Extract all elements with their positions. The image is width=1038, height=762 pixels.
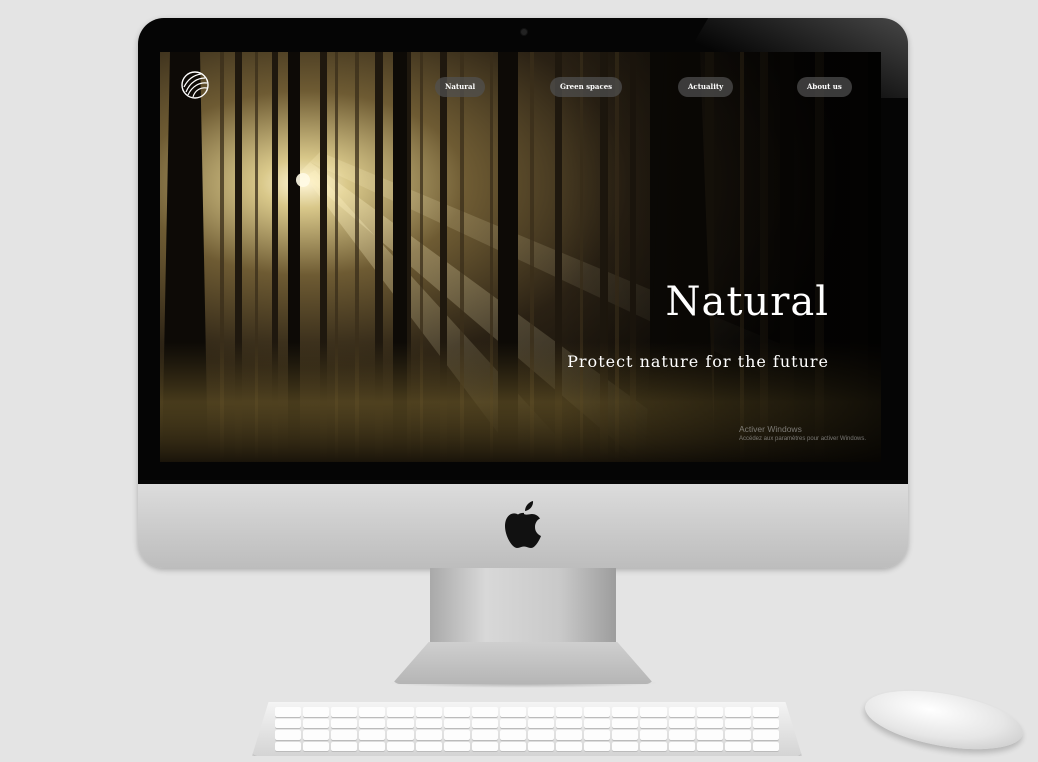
monitor-screen: Natural Green spaces Actuality About us …: [160, 52, 881, 462]
forest-hero-image: [160, 52, 881, 462]
webcam-dot: [521, 29, 527, 35]
nav-item-actuality[interactable]: Actuality: [678, 77, 734, 97]
keyboard-keys: [275, 707, 779, 751]
watermark-subtitle: Accédez aux paramètres pour activer Wind…: [739, 436, 867, 442]
hero-title: Natural: [665, 279, 829, 325]
monitor-stand-base: [392, 642, 654, 684]
monitor-stand-neck: [430, 568, 616, 648]
nav-item-green-spaces[interactable]: Green spaces: [550, 77, 623, 97]
nav-item-about-us[interactable]: About us: [797, 77, 852, 97]
leaf-globe-icon[interactable]: [180, 70, 210, 100]
magic-mouse: [860, 680, 1028, 760]
hero-subtitle: Protect nature for the future: [567, 352, 829, 371]
windows-activation-watermark: Activer Windows Accédez aux paramètres p…: [739, 424, 866, 442]
nav-item-natural[interactable]: Natural: [435, 77, 486, 97]
apple-icon: [505, 501, 541, 548]
watermark-title: Activer Windows: [739, 424, 802, 434]
